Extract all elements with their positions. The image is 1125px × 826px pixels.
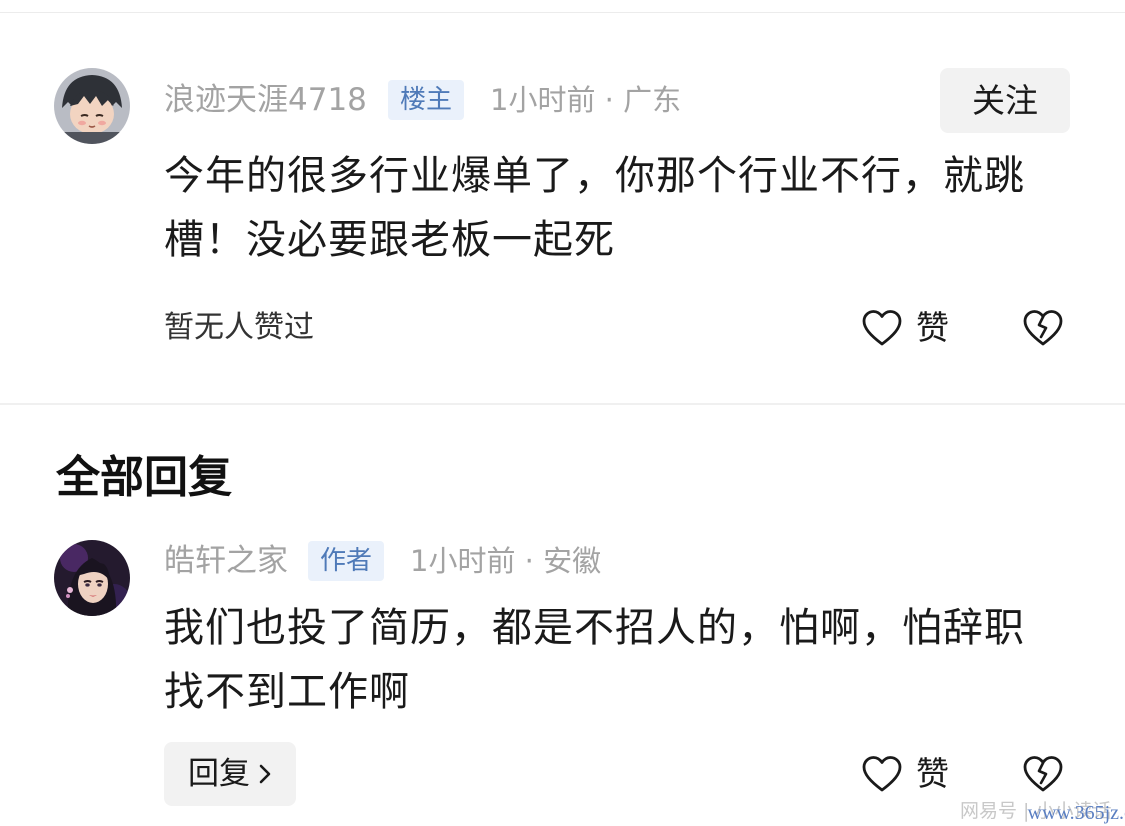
username[interactable]: 浪迹天涯4718 xyxy=(164,80,367,120)
chevron-right-icon xyxy=(259,764,271,784)
broken-heart-icon xyxy=(1023,310,1063,346)
like-label: 赞 xyxy=(916,308,949,347)
follow-button[interactable]: 关注 xyxy=(940,68,1070,133)
dislike-button[interactable] xyxy=(1020,752,1066,796)
like-button[interactable]: 赞 xyxy=(860,306,949,350)
reply-label: 回复 xyxy=(188,756,250,792)
avatar[interactable] xyxy=(54,540,130,616)
watermark: 网易号 | 小小读话 www.365jz.com xyxy=(960,796,1125,824)
dislike-button[interactable] xyxy=(1020,306,1066,350)
reply-text: 我们也投了简历，都是不招人的，怕啊，怕辞职找不到工作啊 xyxy=(164,605,1025,715)
watermark-url: www.365jz.com xyxy=(1027,802,1125,824)
comment-text: 今年的很多行业爆单了，你那个行业不行，就跳槽！没必要跟老板一起死 xyxy=(164,153,1025,263)
anime-girl-avatar-icon xyxy=(54,540,130,616)
like-label: 赞 xyxy=(916,754,949,793)
likes-summary: 暂无人赞过 xyxy=(164,310,314,345)
op-badge: 楼主 xyxy=(388,80,465,120)
cartoon-boy-avatar-icon xyxy=(54,68,130,144)
broken-heart-icon xyxy=(1023,756,1063,792)
author-badge: 作者 xyxy=(308,541,385,581)
comment-meta: 1小时前 · 安徽 xyxy=(410,544,602,578)
avatar[interactable] xyxy=(54,68,130,144)
top-divider xyxy=(0,12,1125,13)
like-button[interactable]: 赞 xyxy=(860,752,949,796)
comment-meta: 1小时前 · 广东 xyxy=(490,83,682,117)
reply-button[interactable]: 回复 xyxy=(164,742,296,806)
section-divider xyxy=(0,403,1125,405)
heart-outline-icon xyxy=(862,310,902,346)
username[interactable]: 皓轩之家 xyxy=(164,541,288,581)
section-title: 全部回复 xyxy=(56,452,232,503)
heart-outline-icon xyxy=(862,756,902,792)
